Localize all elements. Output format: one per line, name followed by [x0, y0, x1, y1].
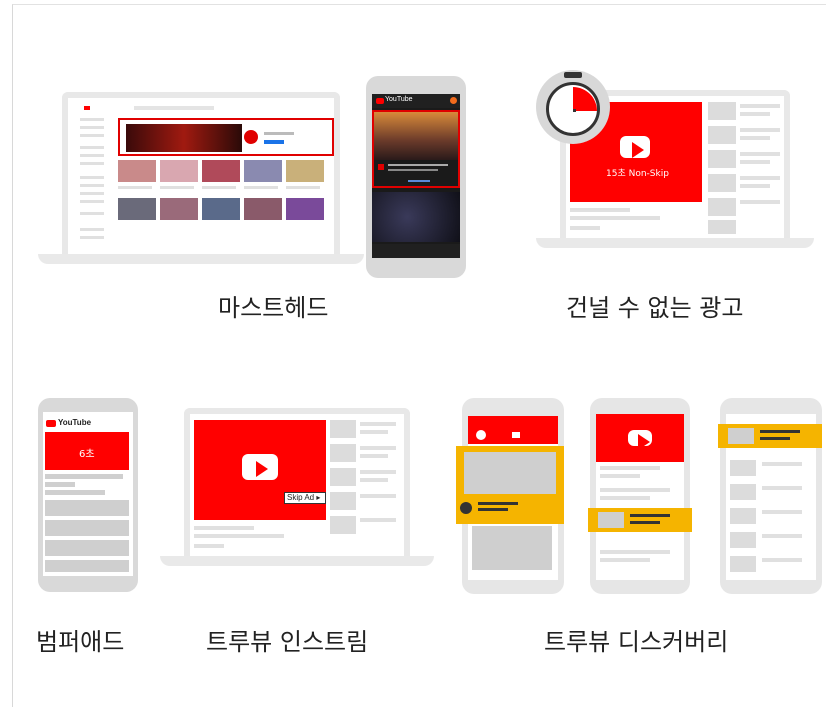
bumper-phone-screen: YouTube 6초	[43, 412, 133, 576]
masthead-phone-screen: YouTube	[372, 94, 460, 258]
caption-discovery: 트루뷰 디스커버리	[544, 628, 729, 656]
phone-masthead-ad	[372, 110, 460, 188]
masthead-laptop-screen	[62, 92, 340, 254]
youtube-logo-icon	[376, 98, 384, 104]
bumper-video-label: 6초	[79, 449, 95, 460]
phone-bottom-nav	[372, 244, 460, 258]
caption-instream: 트루뷰 인스트림	[206, 628, 369, 656]
timer-icon	[536, 70, 610, 144]
youtube-topbar	[74, 104, 336, 112]
masthead-banner-image	[126, 124, 242, 152]
masthead-laptop-base	[38, 254, 364, 264]
bumper-video: 6초	[45, 432, 129, 470]
discovery-ad-card	[718, 424, 822, 448]
phone-topbar: YouTube	[372, 94, 460, 108]
skip-ad-button[interactable]: Skip Ad ▸	[284, 492, 326, 504]
discovery-phone-2	[588, 398, 692, 594]
phone-youtube-logo-text: YouTube	[385, 96, 413, 103]
bumper-youtube-logo-text: YouTube	[58, 418, 92, 427]
caption-non-skip: 건널 수 없는 광고	[566, 294, 744, 322]
discovery-phone-1	[456, 398, 564, 594]
masthead-phone: YouTube	[366, 76, 466, 278]
masthead-banner	[118, 118, 334, 156]
discovery-ad-card	[456, 446, 564, 524]
instream-video: Skip Ad ▸	[194, 420, 326, 520]
nonskip-laptop-base	[536, 238, 814, 248]
avatar	[450, 97, 457, 104]
play-icon	[628, 430, 652, 450]
youtube-logo-icon	[46, 420, 56, 427]
play-icon	[242, 454, 278, 480]
play-icon	[620, 136, 650, 158]
discovery-phone-3	[718, 398, 822, 594]
bumper-phone: YouTube 6초	[38, 398, 138, 592]
caption-bumper: 범퍼애드	[36, 628, 125, 656]
skip-ad-label: Skip Ad ▸	[287, 493, 321, 502]
instream-laptop-screen: Skip Ad ▸	[184, 408, 410, 556]
instream-laptop-base	[160, 556, 434, 566]
discovery-ad-card	[588, 508, 692, 532]
masthead-sidebar	[74, 116, 114, 246]
caption-masthead: 마스트헤드	[218, 294, 329, 322]
youtube-logo-icon	[84, 106, 90, 110]
phone-masthead-video	[374, 112, 458, 160]
nonskip-video-label: 15초 Non-Skip	[606, 169, 669, 179]
